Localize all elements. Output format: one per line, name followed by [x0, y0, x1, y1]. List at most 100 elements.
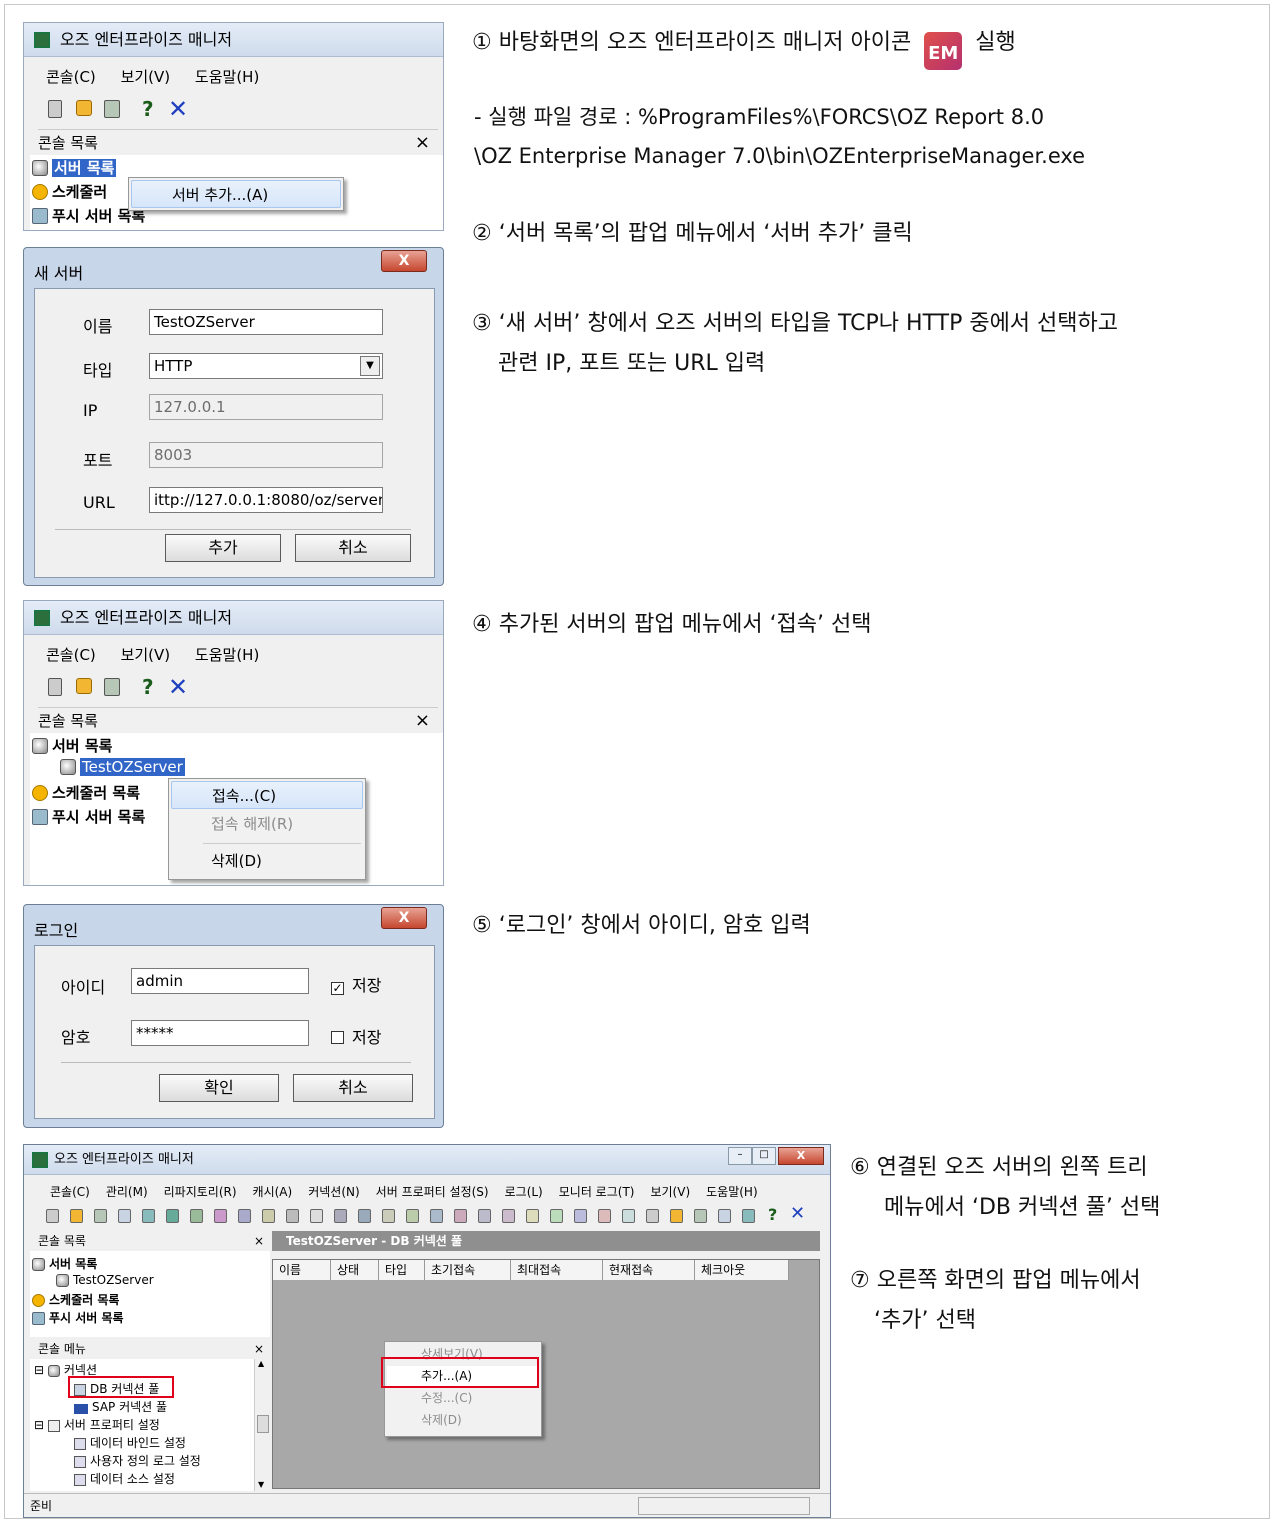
toolbar-button-icon[interactable]	[334, 1209, 347, 1223]
toolbar-button-icon[interactable]	[526, 1209, 539, 1223]
menu-console-2[interactable]: 콘솔(C)	[46, 646, 96, 664]
close-icon-2[interactable]: ✕	[168, 673, 188, 701]
full-console-list-close-icon[interactable]: ×	[254, 1231, 264, 1251]
full-help-icon[interactable]: ?	[768, 1205, 777, 1224]
help-icon-2[interactable]: ?	[142, 675, 154, 699]
new-server-close-button[interactable]: X	[381, 250, 427, 272]
toolbar-button-icon[interactable]	[478, 1209, 491, 1223]
server-icon-2[interactable]	[48, 678, 62, 696]
toolbar-button-icon[interactable]	[502, 1209, 515, 1223]
save-id-checkbox[interactable]: ✓ 저장	[331, 972, 381, 996]
toolbar-button-icon[interactable]	[694, 1209, 707, 1223]
scroll-thumb[interactable]	[257, 1415, 269, 1433]
tree-scheduler-list-2[interactable]: 스케줄러 목록	[32, 782, 140, 803]
tree-push-server-list-2[interactable]: 푸시 서버 목록	[32, 806, 145, 827]
column-header[interactable]: 체크아웃	[695, 1260, 789, 1280]
menu-view[interactable]: 보기(V)	[121, 68, 171, 86]
window-close-icon[interactable]: X	[778, 1147, 824, 1165]
menu-console[interactable]: 콘솔(C)	[46, 68, 96, 86]
full-menu-item[interactable]: 서버 프로퍼티 설정(S)	[376, 1185, 489, 1199]
full-tree-scheduler-list[interactable]: 스케줄러 목록	[32, 1291, 119, 1308]
menu-help-2[interactable]: 도움말(H)	[195, 646, 259, 664]
minimize-icon[interactable]: –	[728, 1147, 752, 1165]
checkbox-unchecked-icon[interactable]	[331, 1031, 344, 1044]
toolbar-button-icon[interactable]	[406, 1209, 419, 1223]
toolbar-button-icon[interactable]	[646, 1209, 659, 1223]
console-menu-scrollbar[interactable]: ▲ ▼	[254, 1359, 270, 1491]
console-list-close-icon-2[interactable]: ×	[415, 708, 430, 734]
url-input[interactable]: ittp://127.0.0.1:8080/oz/server	[149, 487, 383, 513]
toolbar-button-icon[interactable]	[166, 1209, 179, 1223]
maximize-icon[interactable]: □	[752, 1147, 776, 1165]
help-icon[interactable]: ?	[142, 97, 154, 121]
menu-pool-delete[interactable]: 삭제(D)	[387, 1410, 539, 1430]
tree-data-bind[interactable]: 데이터 바인드 설정	[74, 1434, 186, 1451]
login-cancel-button[interactable]: 취소	[293, 1074, 413, 1102]
tree-user-log[interactable]: 사용자 정의 로그 설정	[74, 1452, 201, 1469]
toolbar-button-icon[interactable]	[742, 1209, 755, 1223]
toolbar-button-icon[interactable]	[94, 1209, 107, 1223]
toolbar-button-icon[interactable]	[382, 1209, 395, 1223]
console-list-close-icon[interactable]: ×	[415, 130, 430, 156]
full-close-icon[interactable]: ✕	[790, 1203, 805, 1224]
scroll-down-icon[interactable]: ▼	[258, 1480, 264, 1489]
toolbar-button-icon[interactable]	[310, 1209, 323, 1223]
menu-add-server[interactable]: 서버 추가...(A)	[131, 180, 341, 208]
tree-scheduler[interactable]: 스케줄러	[32, 181, 107, 202]
save-pw-checkbox[interactable]: 저장	[331, 1024, 381, 1048]
full-menu-item[interactable]: 도움말(H)	[706, 1185, 758, 1199]
toolbar-button-icon[interactable]	[214, 1209, 227, 1223]
full-menu-item[interactable]: 콘솔(C)	[50, 1185, 90, 1199]
toolbar-button-icon[interactable]	[190, 1209, 203, 1223]
toolbar-button-icon[interactable]	[286, 1209, 299, 1223]
ok-button[interactable]: 확인	[159, 1074, 279, 1102]
toolbar-button-icon[interactable]	[670, 1209, 683, 1223]
toolbar-button-icon[interactable]	[622, 1209, 635, 1223]
toolbar-button-icon[interactable]	[430, 1209, 443, 1223]
toolbar-button-icon[interactable]	[118, 1209, 131, 1223]
menu-disconnect[interactable]: 접속 해제(R)	[171, 810, 363, 838]
push-server-icon[interactable]	[104, 100, 120, 118]
menu-help[interactable]: 도움말(H)	[195, 68, 259, 86]
login-close-button[interactable]: X	[381, 907, 427, 929]
tree-test-server[interactable]: TestOZServer	[60, 758, 185, 776]
scheduler-icon-2[interactable]	[76, 678, 92, 694]
checkbox-checked-icon[interactable]: ✓	[331, 982, 344, 995]
tree-sap-pool[interactable]: SAP 커넥션 풀	[74, 1398, 167, 1415]
toolbar-button-icon[interactable]	[598, 1209, 611, 1223]
scheduler-icon[interactable]	[76, 100, 92, 116]
full-menu-item[interactable]: 모니터 로그(T)	[559, 1185, 635, 1199]
scroll-up-icon[interactable]: ▲	[258, 1359, 264, 1368]
toolbar-button-icon[interactable]	[550, 1209, 563, 1223]
tree-data-source[interactable]: 데이터 소스 설정	[74, 1470, 175, 1487]
toolbar-button-icon[interactable]	[358, 1209, 371, 1223]
full-menu-item[interactable]: 로그(L)	[505, 1185, 543, 1199]
full-menu-item[interactable]: 캐시(A)	[253, 1185, 293, 1199]
menu-edit[interactable]: 수정...(C)	[387, 1388, 539, 1408]
toolbar-button-icon[interactable]	[718, 1209, 731, 1223]
column-header[interactable]: 이름	[273, 1260, 331, 1280]
password-input[interactable]: *****	[131, 1020, 309, 1046]
full-menu-item[interactable]: 관리(M)	[106, 1185, 148, 1199]
full-tree-test-server[interactable]: TestOZServer	[56, 1273, 154, 1287]
toolbar-button-icon[interactable]	[238, 1209, 251, 1223]
full-tree-server-list[interactable]: 서버 목록	[32, 1255, 97, 1272]
push-server-icon-2[interactable]	[104, 678, 120, 696]
full-menu-item[interactable]: 리파지토리(R)	[164, 1185, 237, 1199]
toolbar-button-icon[interactable]	[454, 1209, 467, 1223]
console-menu-close-icon[interactable]: ×	[254, 1339, 264, 1359]
tree-server-list[interactable]: 서버 목록	[32, 157, 117, 178]
column-header[interactable]: 최대접속	[511, 1260, 603, 1280]
toolbar-button-icon[interactable]	[142, 1209, 155, 1223]
name-input[interactable]: TestOZServer	[149, 309, 383, 335]
full-menu-item[interactable]: 보기(V)	[650, 1185, 690, 1199]
column-header[interactable]: 상태	[331, 1260, 379, 1280]
toolbar-button-icon[interactable]	[46, 1209, 59, 1223]
menu-connect[interactable]: 접속...(C)	[171, 781, 363, 809]
tree-server-props[interactable]: ⊟ 서버 프로퍼티 설정	[34, 1416, 160, 1433]
ip-input[interactable]: 127.0.0.1	[149, 394, 383, 420]
close-icon[interactable]: ✕	[168, 95, 188, 123]
full-tree-push-server-list[interactable]: 푸시 서버 목록	[32, 1309, 124, 1326]
column-header[interactable]: 현재접속	[603, 1260, 695, 1280]
toolbar-button-icon[interactable]	[262, 1209, 275, 1223]
